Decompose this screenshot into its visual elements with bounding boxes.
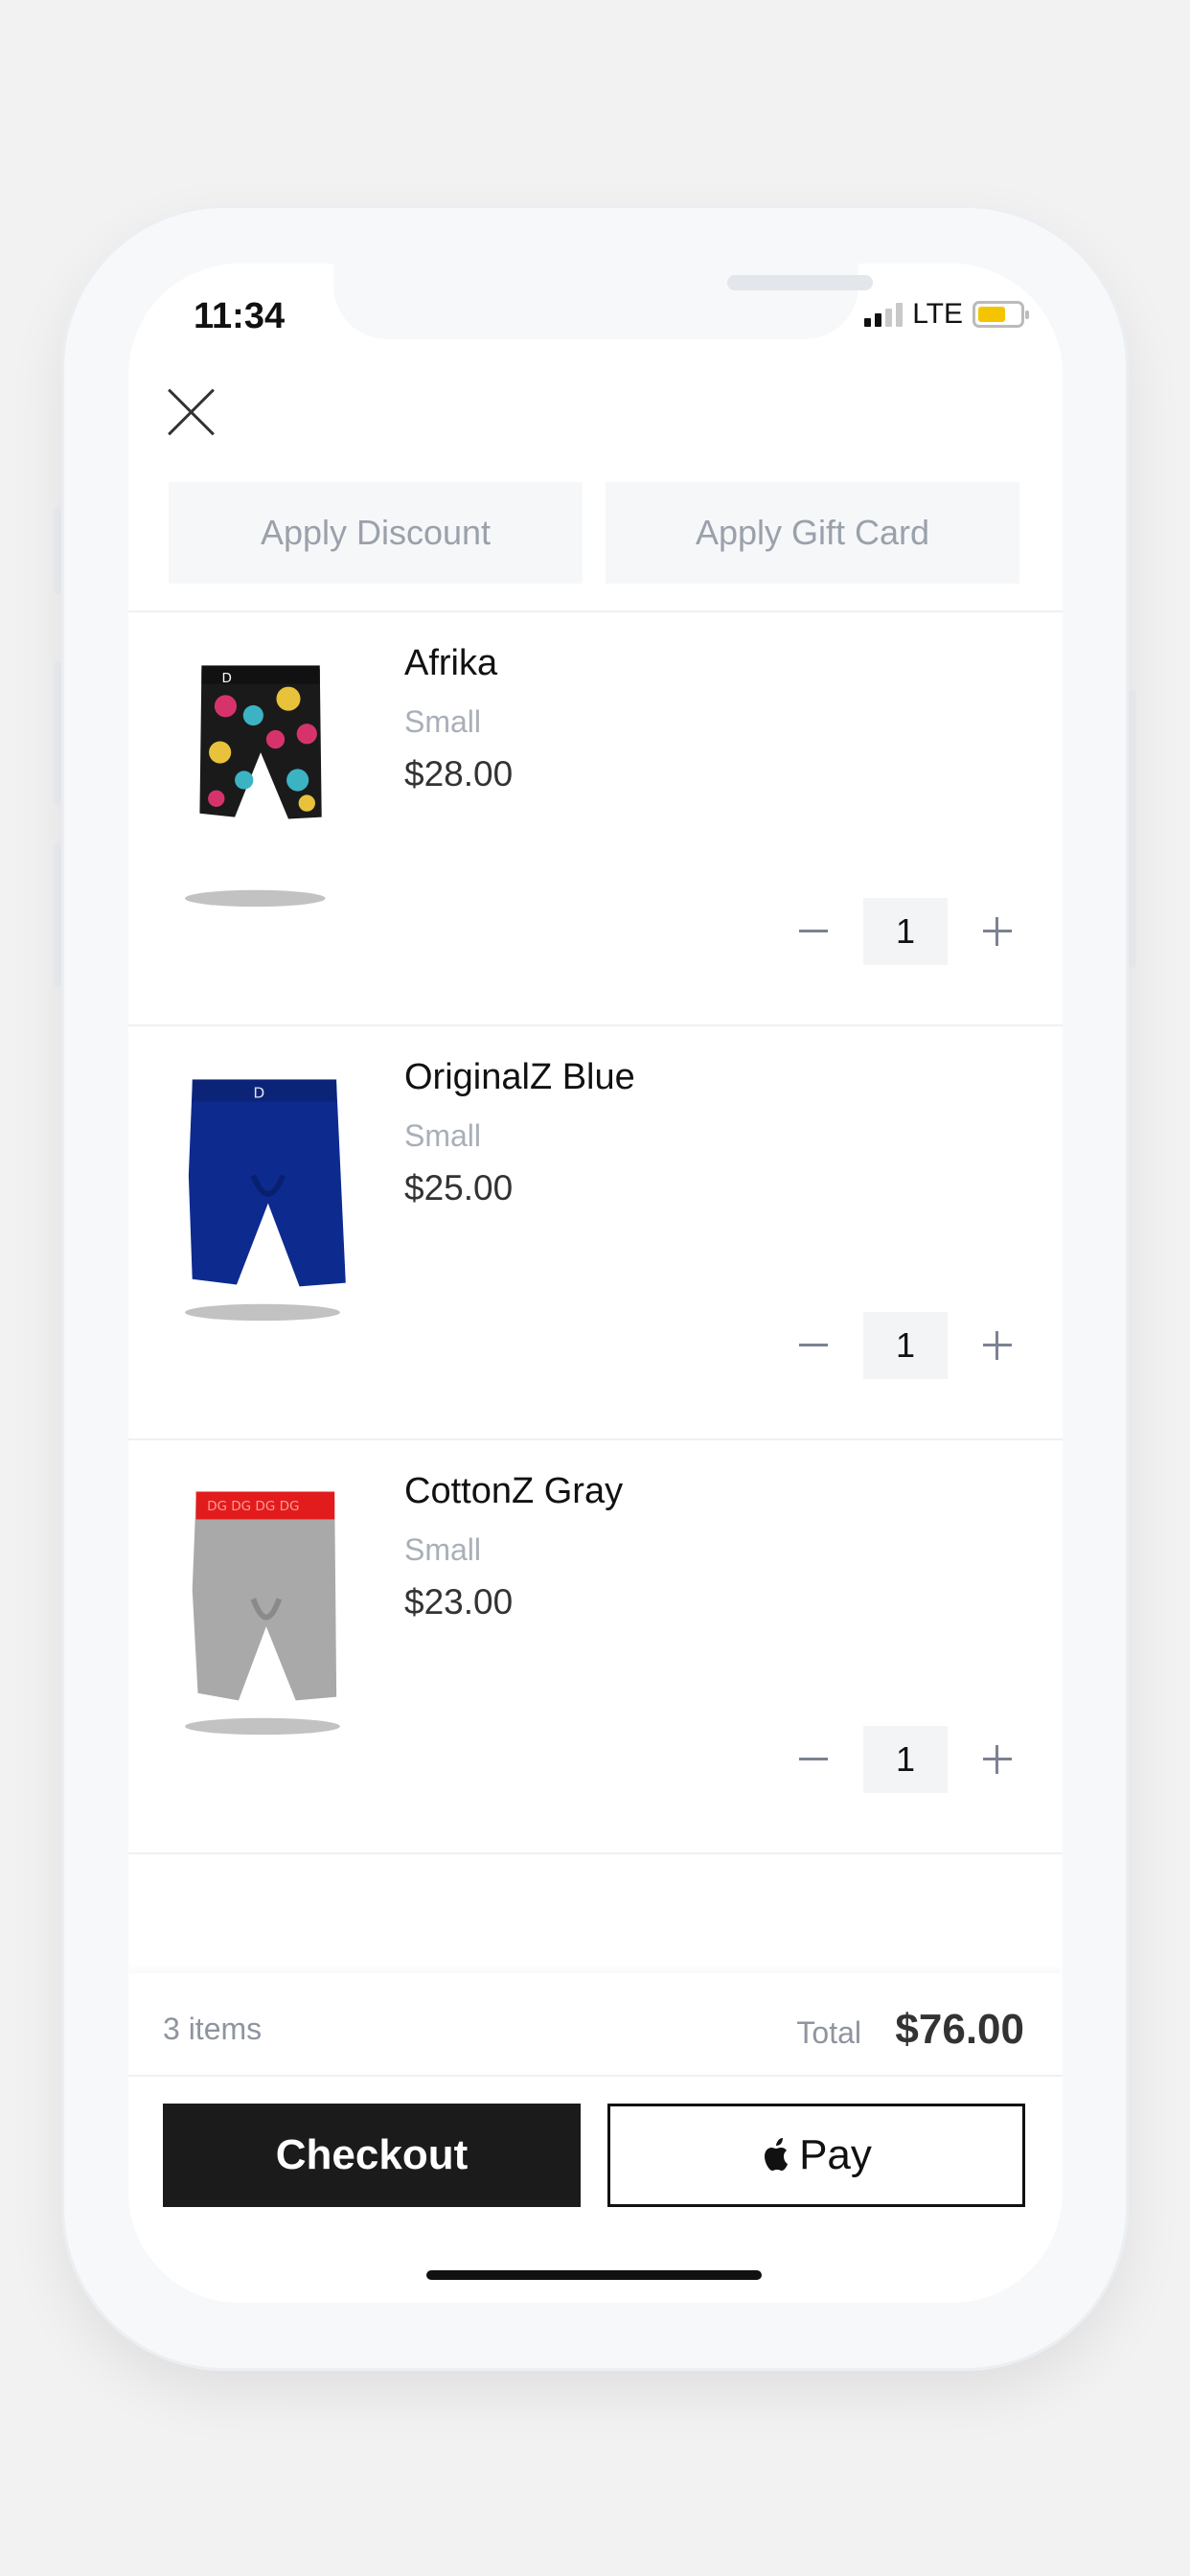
phone-side-button-left-2	[54, 661, 61, 805]
plus-icon[interactable]	[973, 1736, 1021, 1783]
phone-side-button-left-1	[54, 508, 61, 594]
product-image-afrika: D	[185, 665, 326, 908]
divider	[128, 1852, 1063, 1854]
notch	[333, 264, 873, 339]
cart-item: D Afrika Small $28.00 1	[128, 612, 1063, 1024]
cart-item: DG DG DG DG CottonZ Gray Small $23.00 1	[128, 1440, 1063, 1852]
home-indicator	[426, 2270, 762, 2280]
cart-screen: 11:34 LTE Apply Discount Apply Gift Card…	[128, 264, 1063, 2303]
signal-icon	[864, 302, 904, 327]
minus-icon[interactable]	[790, 1322, 837, 1369]
checkout-button[interactable]: Checkout	[163, 2104, 581, 2207]
items-count: 3 items	[163, 2012, 263, 2046]
item-size: Small	[404, 1118, 482, 1153]
apply-gift-card-button[interactable]: Apply Gift Card	[606, 482, 1019, 584]
plus-icon[interactable]	[973, 908, 1021, 955]
total-value: $76.00	[895, 2006, 1024, 2053]
cart-item: D OriginalZ Blue Small $25.00 1	[128, 1026, 1063, 1438]
apply-discount-button[interactable]: Apply Discount	[169, 482, 583, 584]
minus-icon[interactable]	[790, 1736, 837, 1783]
svg-text:D: D	[253, 1085, 264, 1102]
quantity-stepper: 1	[790, 898, 1021, 965]
product-image-cottonz-gray: DG DG DG DG	[185, 1491, 340, 1736]
item-name: OriginalZ Blue	[404, 1057, 635, 1097]
item-size: Small	[404, 1532, 482, 1567]
quantity-value: 1	[863, 1726, 948, 1793]
minus-icon[interactable]	[790, 908, 837, 955]
apple-pay-label: Pay	[799, 2131, 872, 2178]
total-label: Total	[796, 2015, 861, 2050]
phone-side-button-left-3	[54, 843, 61, 987]
status-time: 11:34	[194, 296, 286, 336]
cart-footer: 3 items Total $76.00 Checkout Pay	[128, 1973, 1063, 2303]
item-name: CottonZ Gray	[404, 1471, 624, 1511]
apple-logo-icon	[765, 2138, 789, 2171]
item-size: Small	[404, 704, 482, 739]
item-price: $28.00	[404, 754, 514, 794]
product-image-originalz-blue: D	[185, 1079, 346, 1322]
item-price: $23.00	[404, 1582, 514, 1622]
divider	[128, 2075, 1063, 2077]
quantity-stepper: 1	[790, 1312, 1021, 1379]
phone-side-button-right	[1129, 690, 1136, 968]
item-price: $25.00	[404, 1168, 514, 1208]
item-name: Afrika	[404, 643, 498, 683]
quantity-value: 1	[863, 898, 948, 965]
status-indicators: LTE	[864, 298, 1029, 331]
battery-icon	[973, 301, 1029, 328]
apple-pay-button[interactable]: Pay	[607, 2104, 1025, 2207]
quantity-value: 1	[863, 1312, 948, 1379]
svg-text:D: D	[222, 671, 232, 686]
quantity-stepper: 1	[790, 1726, 1021, 1793]
svg-text:DG DG DG DG: DG DG DG DG	[207, 1499, 299, 1514]
speaker	[727, 275, 873, 290]
plus-icon[interactable]	[973, 1322, 1021, 1369]
network-label: LTE	[912, 298, 963, 330]
close-icon[interactable]	[167, 388, 215, 436]
